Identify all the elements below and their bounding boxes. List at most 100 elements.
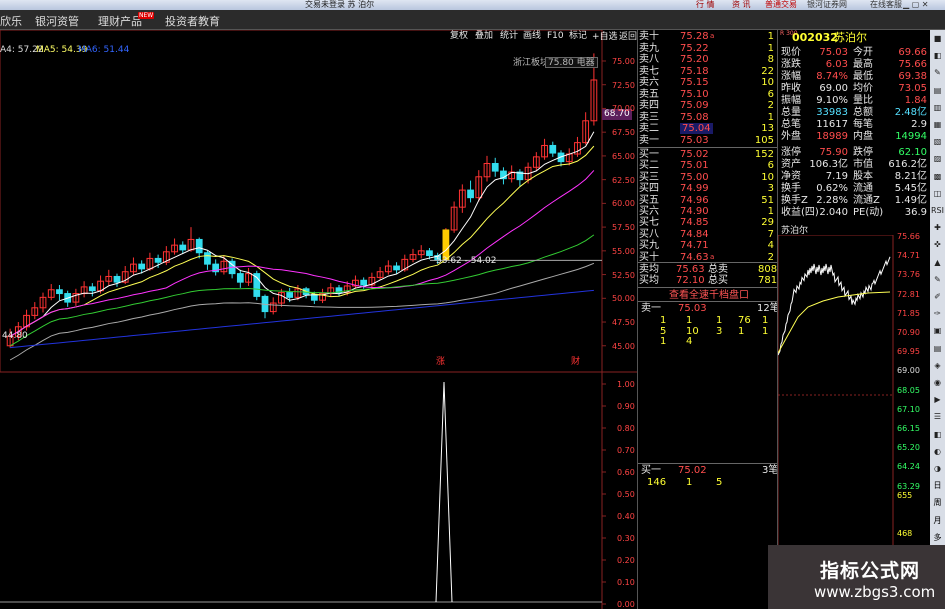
toolbar-restore-rights[interactable]: 复权 xyxy=(450,31,468,42)
toolbar-stats[interactable]: 统计 xyxy=(500,31,518,42)
sell-level-price[interactable]: 75.09 xyxy=(680,100,709,111)
sell-level-price[interactable]: 75.15 xyxy=(680,77,709,88)
toolbar-mark[interactable]: 标记 xyxy=(569,31,587,42)
sell-level-price[interactable]: 75.28 xyxy=(680,31,709,42)
menu-item-wealth[interactable]: 理财产品 xyxy=(98,13,142,29)
side-tool-icon[interactable]: ▲ xyxy=(931,256,944,269)
sell-avg: 75.63 xyxy=(676,264,705,275)
sell-level-price[interactable]: 75.03 xyxy=(680,135,709,146)
toolbar-back[interactable]: 返回 xyxy=(619,32,637,43)
sell-level-price[interactable]: 75.04 xyxy=(680,123,713,134)
marker-cai[interactable]: 财 xyxy=(571,357,580,368)
news-button[interactable]: 资 讯 xyxy=(728,0,755,10)
price-axis-label: 57.50 xyxy=(612,223,635,233)
side-tool-icon[interactable]: 多 xyxy=(931,531,944,544)
menu-item-asset-mgmt[interactable]: 银河资管 xyxy=(35,13,79,29)
side-tool-icon[interactable]: ▩ xyxy=(931,170,944,183)
side-tool-icon[interactable]: ◈ xyxy=(931,359,944,372)
side-tool-icon[interactable]: ▦ xyxy=(931,118,944,131)
toolbar-overlay[interactable]: 叠加 xyxy=(475,31,493,42)
side-tool-icon[interactable]: ▤ xyxy=(931,84,944,97)
info-value: 69.00 xyxy=(819,83,848,94)
info-label: 外盘 xyxy=(781,131,801,142)
window-controls-icon[interactable]: ▁ ▢ ✕ xyxy=(903,0,929,10)
buy-level-price[interactable]: 74.71 xyxy=(680,240,709,251)
intraday-axis-label: 70.90 xyxy=(897,328,920,337)
side-tool-icon[interactable]: 月 xyxy=(931,514,944,527)
support-button[interactable]: 在线客服 xyxy=(866,0,906,10)
side-tool-icon[interactable]: ✑ xyxy=(931,307,944,320)
side-tool-icon[interactable]: ▧ xyxy=(931,135,944,148)
ma-line-20 xyxy=(9,170,595,337)
buy-level-price[interactable]: 74.99 xyxy=(680,183,709,194)
buy-level-price[interactable]: 74.96 xyxy=(680,195,709,206)
toolbar-add-watch[interactable]: +自选 xyxy=(592,32,618,43)
info-value: 69.66 xyxy=(898,47,927,58)
sell-total: 808 xyxy=(758,264,778,275)
side-tool-icon[interactable]: ▣ xyxy=(931,324,944,337)
quote-button[interactable]: 行 情 xyxy=(692,0,719,10)
divider xyxy=(638,287,778,288)
side-tool-icon[interactable]: ◐ xyxy=(931,445,944,458)
side-tool-icon[interactable]: 周 xyxy=(931,496,944,509)
toolbar-draw[interactable]: 画线 xyxy=(523,31,541,42)
sell-level-price[interactable]: 75.10 xyxy=(680,89,709,100)
sell-level-price[interactable]: 75.08 xyxy=(680,112,709,123)
info-value: 75.03 xyxy=(819,47,848,58)
view-all-depth-link[interactable]: 查看全速千档盘口 xyxy=(669,290,749,301)
buy-level-price[interactable]: 74.84 xyxy=(680,229,709,240)
broker-site-button[interactable]: 银河证券网 xyxy=(803,0,851,10)
side-tool-icon[interactable]: ◧ xyxy=(931,428,944,441)
queue-sell-order: 1 xyxy=(738,325,745,337)
buy-level-price[interactable]: 75.00 xyxy=(680,172,709,183)
buy-level-price[interactable]: 75.01 xyxy=(680,160,709,171)
side-tool-icon[interactable]: ◧ xyxy=(931,49,944,62)
info-label: 总笔 xyxy=(781,119,801,130)
side-tool-icon[interactable]: ▤ xyxy=(931,342,944,355)
buy-level-label: 买三 xyxy=(639,171,659,183)
sell-level-price[interactable]: 75.18 xyxy=(680,66,709,77)
side-tool-icon[interactable]: 日 xyxy=(931,479,944,492)
side-tool-icon[interactable]: ◑ xyxy=(931,462,944,475)
side-tool-icon[interactable]: RSI xyxy=(931,204,944,217)
side-tool-icon[interactable]: ☰ xyxy=(931,410,944,423)
indicator-axis-label: 1.00 xyxy=(617,380,635,389)
side-tool-icon[interactable]: ✚ xyxy=(931,221,944,234)
buy-level-price[interactable]: 75.02 xyxy=(680,149,709,160)
side-tool-icon[interactable]: ✎ xyxy=(931,273,944,286)
side-tool-icon[interactable]: ✐ xyxy=(931,290,944,303)
info-value: 62.10 xyxy=(898,147,927,158)
indicator-axis-label: 0.30 xyxy=(617,534,635,543)
marker-zhang[interactable]: 涨 xyxy=(436,357,445,368)
chart-toolbar: 复权 叠加 统计 画线 F10 标记 xyxy=(450,31,612,43)
intraday-frame xyxy=(778,235,894,594)
info-label: 每笔 xyxy=(853,119,873,130)
info-label: 流通Z xyxy=(853,195,880,206)
indicator-spike xyxy=(435,381,453,603)
side-tool-icon[interactable]: ◉ xyxy=(931,376,944,389)
side-tool-icon[interactable]: ▥ xyxy=(931,101,944,114)
side-tool-icon[interactable]: ✜ xyxy=(931,238,944,251)
kline-chart-area[interactable]: 复权 叠加 统计 画线 F10 标记 +自选 返回 A4: 57.22 MA5:… xyxy=(0,30,637,609)
price-axis-label: 65.00 xyxy=(612,151,635,161)
side-tool-icon[interactable]: ▶ xyxy=(931,393,944,406)
sell-level-price[interactable]: 75.20 xyxy=(680,54,709,65)
candle-body xyxy=(138,263,146,270)
trade-button[interactable]: 普通交易 xyxy=(761,0,801,10)
kline-chart-svg[interactable] xyxy=(0,30,637,609)
side-tool-icon[interactable]: ▨ xyxy=(931,152,944,165)
side-tool-icon[interactable]: ◫ xyxy=(931,187,944,200)
buy-level-volume: 51 xyxy=(761,194,774,206)
menu-item-education[interactable]: 投资者教育 xyxy=(165,13,220,29)
sell-level-volume: 1 xyxy=(767,42,774,54)
side-tool-icon[interactable]: ■ xyxy=(931,32,944,45)
buy-level-price[interactable]: 74.63 xyxy=(680,252,709,263)
side-tool-icon[interactable]: ✎ xyxy=(931,66,944,79)
buy-level-price[interactable]: 74.85 xyxy=(680,217,709,228)
menu-item-xinle[interactable]: 欣乐 xyxy=(0,13,22,29)
intraday-chart[interactable] xyxy=(778,235,898,595)
toolbar-f10[interactable]: F10 xyxy=(547,31,564,42)
sell-level-price[interactable]: 75.22 xyxy=(680,43,709,54)
buy-level-price[interactable]: 74.90 xyxy=(680,206,709,217)
queue-sell-order: 4 xyxy=(686,336,693,347)
